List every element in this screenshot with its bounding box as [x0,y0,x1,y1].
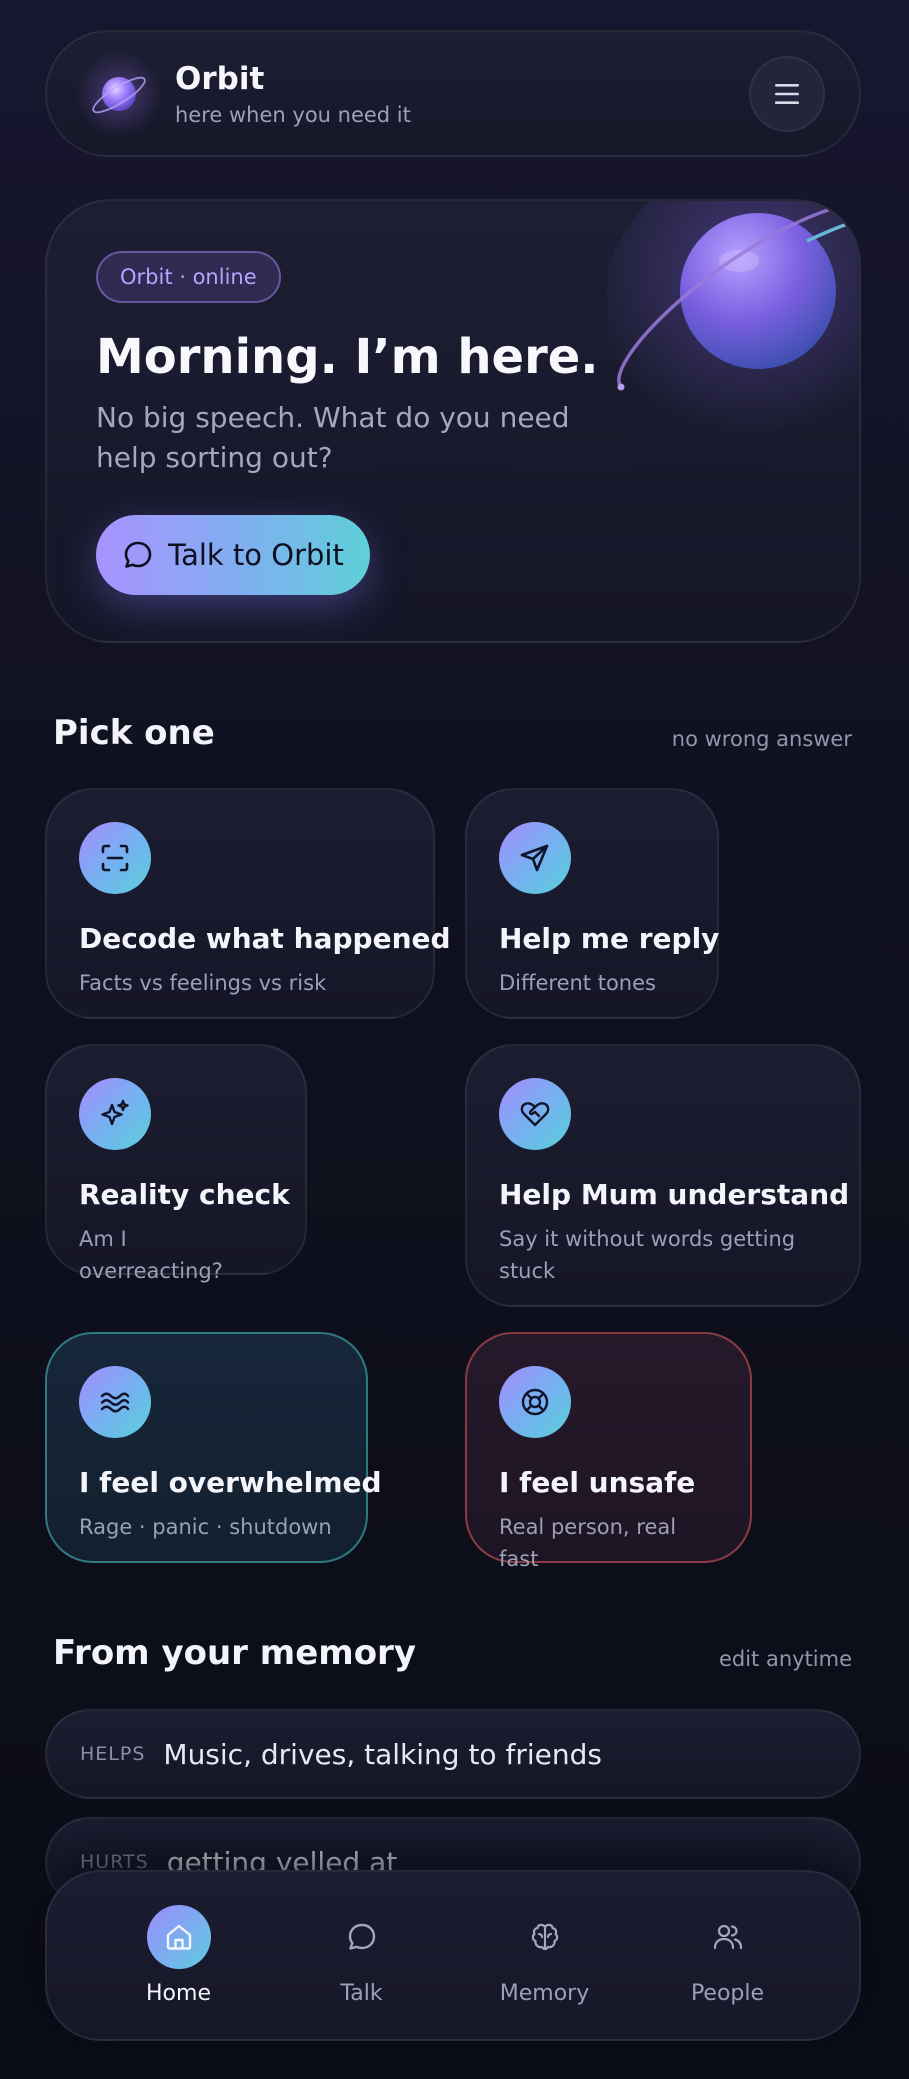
nav-label: People [690,1981,765,2006]
app-tagline: here when you need it [175,102,411,127]
lifebuoy-icon [499,1366,571,1438]
waves-icon [79,1366,151,1438]
scan-icon [79,822,151,894]
memory-key: HELPS [80,1743,146,1765]
nav-label: Talk [340,1981,383,2006]
home-icon [146,1905,211,1969]
option-desc: Say it without words getting stuck [499,1227,796,1283]
app-header: Orbit here when you need it [45,30,861,157]
option-title: I feel unsafe [499,1466,696,1499]
send-icon [499,822,571,894]
heart-handshake-icon [499,1078,571,1150]
option-title: Decode what happened [79,922,451,955]
sparkles-icon [79,1078,151,1150]
status-badge: Orbit · online [96,251,281,303]
app-name: Orbit [175,60,265,97]
pick-section-title: Pick one [53,713,215,753]
option-reply[interactable]: Help me reply Different tones [465,788,719,1019]
option-title: Help me reply [499,922,720,955]
orbit-logo-icon [75,49,163,138]
nav-item-home[interactable]: Home [109,1905,249,2006]
chat-icon [330,1905,394,1969]
nav-item-memory[interactable]: Memory [475,1905,615,2006]
option-desc: Facts vs feelings vs risk [79,971,327,995]
option-desc: Real person, real fast [499,1515,677,1571]
option-desc: Different tones [499,971,656,995]
people-icon [696,1905,760,1969]
nav-label: Home [146,1981,211,2006]
planet-illustration-icon [607,201,859,461]
option-unsafe[interactable]: I feel unsafe Real person, real fast [465,1332,752,1571]
pick-section-note: no wrong answer [671,727,852,751]
option-help-mum[interactable]: Help Mum understand Say it without words… [465,1044,861,1307]
bottom-nav: Home Talk Memory People [45,1870,861,2041]
option-desc: Am I overreacting? [79,1227,223,1283]
hamburger-icon [775,83,799,104]
talk-button-label: Talk to Orbit [168,538,344,572]
hero-title: Morning. I’m here. [96,329,599,385]
option-desc: Rage · panic · shutdown [79,1515,332,1539]
memory-section-note: edit anytime [718,1647,852,1671]
option-overwhelmed[interactable]: I feel overwhelmed Rage · panic · shutdo… [45,1332,382,1563]
option-title: I feel overwhelmed [79,1466,382,1499]
talk-to-orbit-button[interactable]: Talk to Orbit [96,515,370,595]
chat-bubble-icon [124,541,152,568]
brain-icon [513,1905,577,1969]
nav-label: Memory [499,1981,590,2006]
hero-card: Orbit · online Morning. I’m here. No big… [45,199,861,643]
memory-section-title: From your memory [53,1633,416,1673]
menu-button[interactable] [749,55,825,132]
option-decode[interactable]: Decode what happened Facts vs feelings v… [45,788,451,1019]
hero-subtitle: No big speech. What do you need help sor… [96,401,570,474]
option-title: Help Mum understand [499,1178,850,1211]
nav-item-talk[interactable]: Talk [292,1905,432,2006]
memory-item-helps[interactable]: HELPS Music, drives, talking to friends [45,1709,861,1799]
memory-value: Music, drives, talking to friends [163,1737,602,1771]
option-title: Reality check [79,1178,290,1211]
option-reality-check[interactable]: Reality check Am I overreacting? [45,1044,307,1283]
nav-item-people[interactable]: People [658,1905,798,2006]
